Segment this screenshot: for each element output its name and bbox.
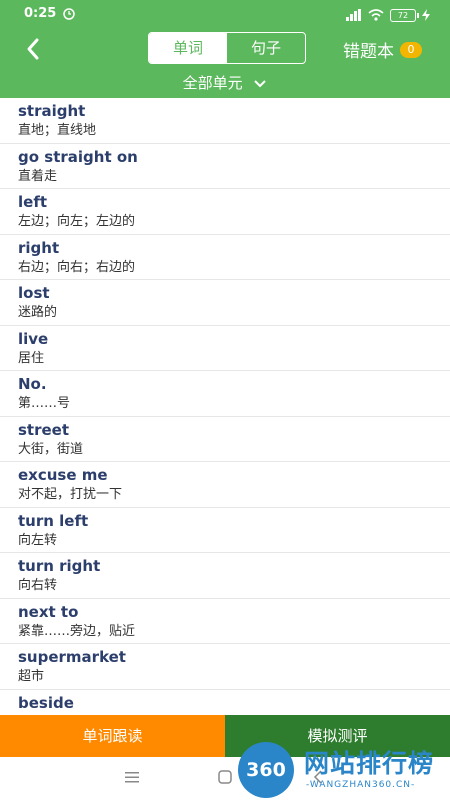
word-english: turn left	[18, 511, 89, 530]
word-item[interactable]: No. 第……号	[0, 371, 450, 417]
word-chinese: 迷路的	[18, 305, 58, 320]
word-chinese: 直地；直线地	[18, 123, 97, 138]
word-english: right	[18, 238, 60, 257]
word-chinese: 超市	[18, 669, 45, 684]
word-list: straight 直地；直线地 go straight on 直着走 left 左边；向左…	[0, 98, 450, 715]
tab-switcher: 单词 句子	[148, 32, 306, 64]
alarm-icon	[62, 5, 76, 24]
app-header: 单词 句子 错题本 0 全部单元	[0, 28, 450, 98]
back-button[interactable]	[20, 34, 50, 64]
word-item[interactable]: turn left 向左转	[0, 508, 450, 553]
word-english: next to	[18, 602, 79, 621]
word-english: turn right	[18, 557, 101, 575]
chevron-left-icon	[27, 38, 39, 60]
watermark-title: 网站排行榜	[304, 749, 435, 778]
word-english: street	[18, 420, 70, 439]
word-english: go straight on	[18, 147, 138, 166]
word-chinese: 大街，街道	[18, 441, 84, 457]
signal-icon	[346, 6, 362, 25]
watermark: 360 网站排行榜 -WANGZHAN360.CN-	[238, 742, 450, 800]
word-item[interactable]: supermarket 超市	[0, 644, 450, 690]
word-chinese: 居住	[18, 350, 45, 366]
word-english: supermarket	[18, 648, 126, 666]
word-chinese: 紧靠……旁边，贴近	[18, 623, 136, 639]
battery-icon: 72	[390, 9, 419, 22]
tab-sentences[interactable]: 句子	[227, 33, 305, 63]
word-item[interactable]: street 大街，街道	[0, 417, 450, 462]
word-item[interactable]: straight 直地；直线地	[0, 98, 450, 144]
menu-icon[interactable]	[124, 769, 140, 788]
word-chinese: 向左转	[18, 532, 58, 548]
word-item[interactable]: next to 紧靠……旁边，贴近	[0, 599, 450, 644]
word-item[interactable]: go straight on 直着走	[0, 144, 450, 189]
word-item[interactable]: turn right 向右转	[0, 553, 450, 599]
word-english: beside	[18, 693, 74, 712]
word-chinese: 对不起，打扰一下	[18, 487, 123, 502]
word-item[interactable]: beside	[0, 690, 450, 716]
word-chinese: 向右转	[18, 578, 58, 593]
word-item[interactable]: excuse me 对不起，打扰一下	[0, 462, 450, 508]
word-item[interactable]: left 左边；向左；左边的	[0, 189, 450, 235]
word-english: lost	[18, 284, 50, 302]
word-english: live	[18, 329, 49, 348]
status-bar: 0:25 72	[0, 0, 450, 28]
follow-read-button[interactable]: 单词跟读	[0, 715, 225, 757]
chevron-down-icon	[253, 75, 267, 93]
tab-words[interactable]: 单词	[149, 33, 227, 63]
wrong-book-button[interactable]: 错题本 0	[343, 37, 422, 62]
word-chinese: 第……号	[18, 396, 71, 411]
word-english: excuse me	[18, 466, 108, 484]
word-chinese: 左边；向左；左边的	[18, 214, 136, 229]
wrong-count-badge: 0	[400, 41, 422, 58]
unit-selector-label: 全部单元	[182, 74, 243, 92]
watermark-subtitle: -WANGZHAN360.CN-	[306, 780, 416, 790]
home-icon[interactable]	[217, 769, 233, 788]
word-item[interactable]: right 右边；向右；右边的	[0, 235, 450, 280]
word-chinese: 直着走	[18, 168, 58, 184]
charging-icon	[422, 6, 430, 25]
word-english: left	[18, 193, 48, 211]
wifi-icon	[368, 6, 384, 25]
word-english: straight	[18, 102, 86, 120]
unit-selector[interactable]: 全部单元	[0, 72, 450, 93]
word-item[interactable]: lost 迷路的	[0, 280, 450, 326]
watermark-logo: 360	[238, 742, 294, 798]
wrong-book-label: 错题本	[343, 42, 394, 62]
word-item[interactable]: live 居住	[0, 326, 450, 371]
status-time: 0:25	[24, 6, 57, 21]
word-english: No.	[18, 375, 47, 393]
word-chinese: 右边；向右；右边的	[18, 259, 136, 275]
